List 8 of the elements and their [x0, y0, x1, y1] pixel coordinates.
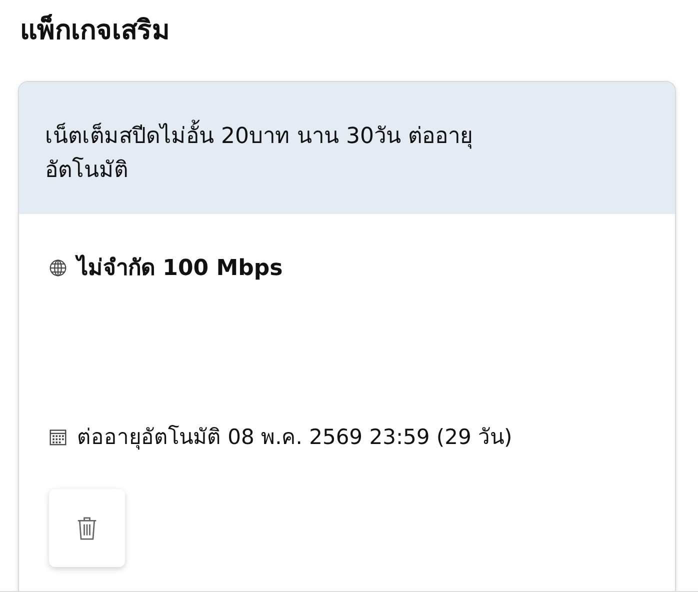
- calendar-icon: [49, 428, 67, 446]
- speed-text: ไม่จำกัด 100 Mbps: [77, 254, 283, 284]
- package-name: เน็ตเต็มสปีดไม่อั้น 20บาท นาน 30วัน ต่ออายุอัตโนมัติ: [45, 120, 515, 188]
- section-title: แพ็กเกจเสริม: [20, 13, 171, 48]
- trash-icon: [76, 514, 98, 542]
- globe-icon: [49, 258, 67, 277]
- delete-button[interactable]: [49, 489, 125, 568]
- renewal-text: ต่ออายุอัตโนมัติ 08 พ.ค. 2569 23:59 (29 วัน): [77, 424, 512, 452]
